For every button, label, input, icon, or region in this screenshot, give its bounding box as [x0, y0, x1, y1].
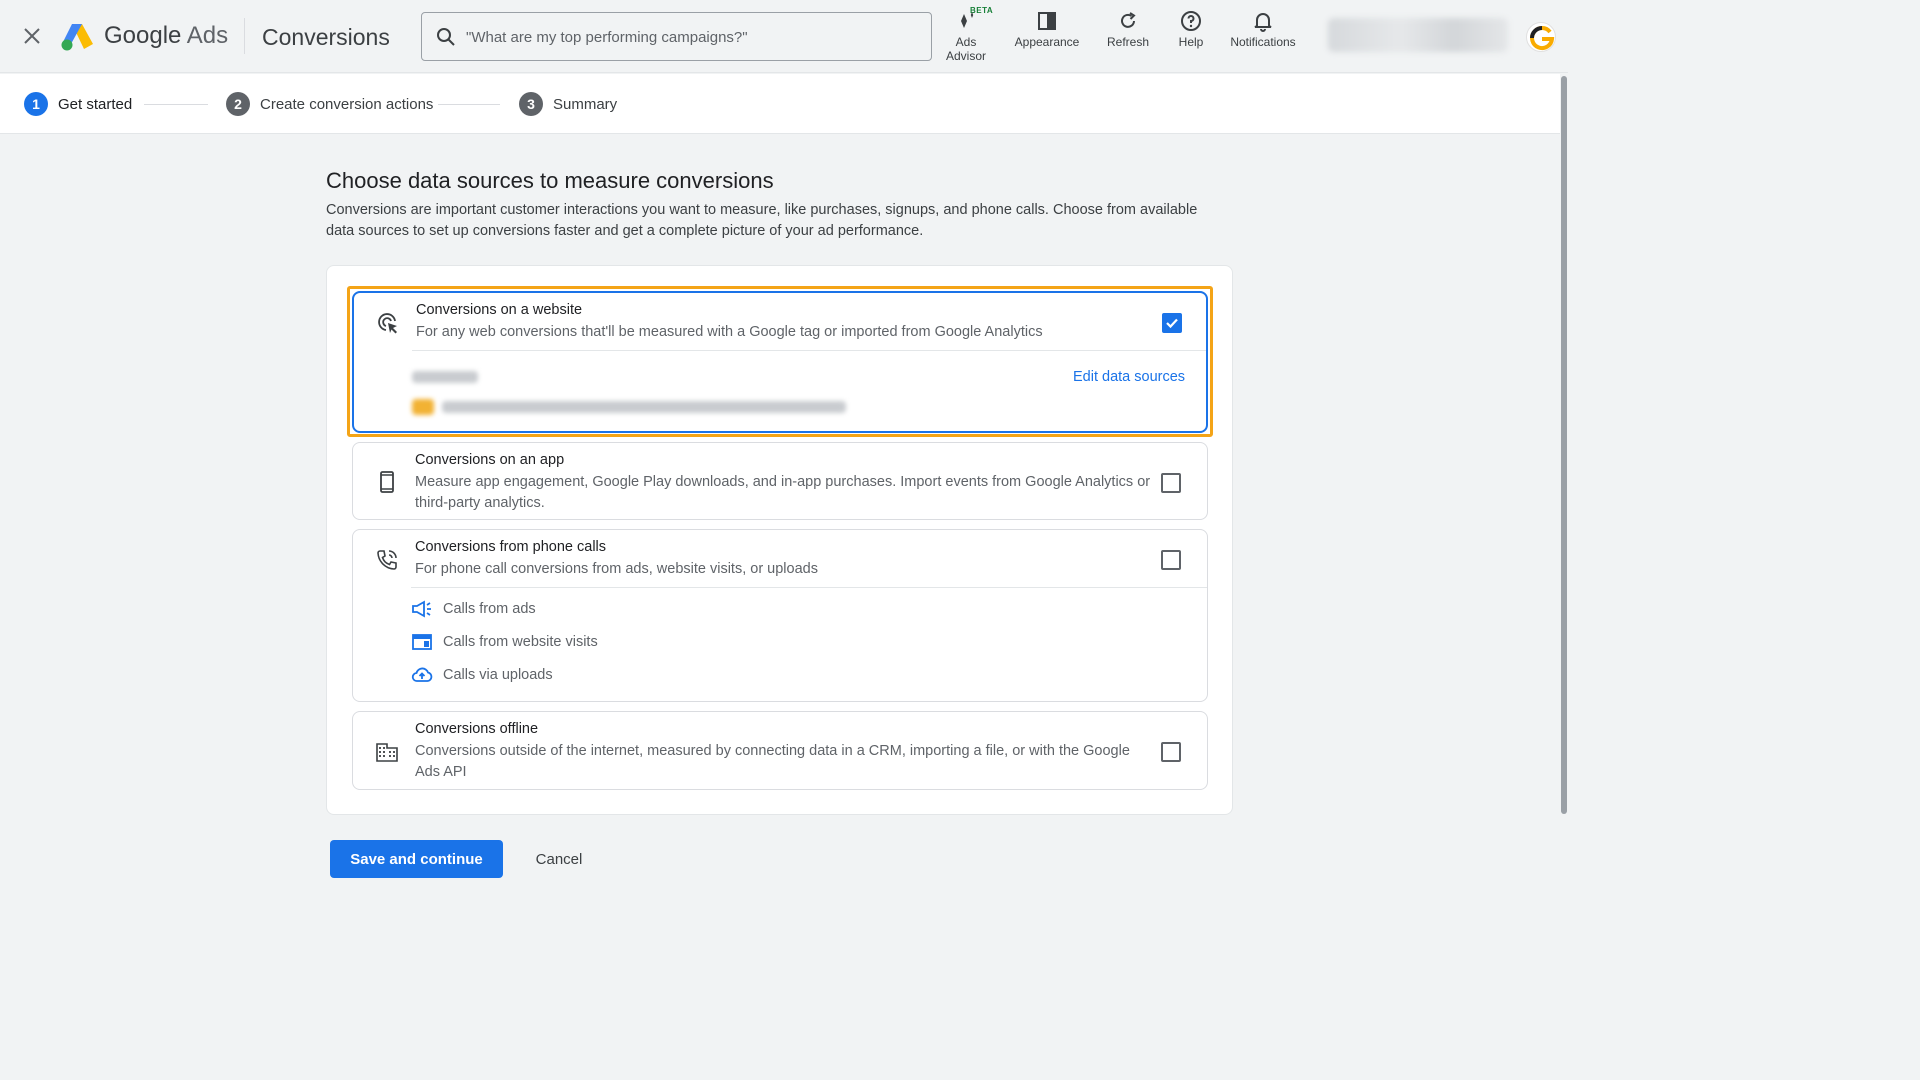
- page-title: Conversions: [262, 24, 390, 50]
- card-divider: [411, 587, 1207, 588]
- step-connector: [438, 104, 500, 105]
- save-and-continue-button[interactable]: Save and continue: [330, 840, 503, 878]
- search-bar[interactable]: [421, 12, 932, 61]
- step-connector: [144, 104, 208, 105]
- refresh-icon: [1121, 12, 1136, 28]
- step-number: 2: [226, 92, 250, 116]
- appearance-label: Appearance: [1014, 35, 1080, 49]
- building-icon: [375, 740, 399, 764]
- app-checkbox[interactable]: [1161, 473, 1181, 493]
- search-input[interactable]: [466, 26, 906, 48]
- help-label: Help: [1178, 35, 1204, 49]
- option-title: Conversions on an app: [415, 452, 565, 468]
- redacted-account-name: [412, 371, 478, 383]
- scrollbar-thumb[interactable]: [1561, 76, 1567, 814]
- option-phone-calls-card[interactable]: Conversions from phone calls For phone c…: [352, 529, 1208, 702]
- megaphone-icon: [412, 600, 431, 618]
- brand-ads: Ads: [186, 22, 229, 49]
- appearance-button[interactable]: Appearance: [1010, 10, 1084, 49]
- ads-advisor-button[interactable]: Ads Advisor: [940, 10, 992, 63]
- smartphone-icon: [375, 470, 399, 494]
- offline-checkbox[interactable]: [1161, 742, 1181, 762]
- web-page-icon: [412, 634, 432, 650]
- website-checkbox[interactable]: [1162, 313, 1182, 333]
- sub-item-label: Calls via uploads: [443, 667, 553, 683]
- top-bar: Google Ads Conversions BETA Ads Advisor …: [0, 0, 1568, 73]
- option-title: Conversions on a website: [416, 302, 583, 318]
- scrollbar[interactable]: [1560, 74, 1568, 882]
- option-offline-card[interactable]: Conversions offline Conversions outside …: [352, 711, 1208, 790]
- sub-item-label: Calls from website visits: [443, 634, 598, 650]
- ads-advisor-icon: [961, 12, 974, 28]
- brand-name: Google Ads: [104, 22, 228, 50]
- option-website-card[interactable]: Conversions on a website For any web con…: [352, 291, 1208, 433]
- cloud-upload-icon: [411, 667, 433, 682]
- option-description: Conversions outside of the internet, mea…: [415, 743, 1130, 780]
- cursor-click-icon: [376, 311, 400, 335]
- help-button[interactable]: Help: [1172, 10, 1210, 49]
- page-heading: Choose data sources to measure conversio…: [326, 168, 774, 193]
- option-description: Measure app engagement, Google Play down…: [415, 474, 1151, 511]
- header-divider: [244, 18, 245, 54]
- appearance-icon: [1038, 12, 1056, 30]
- step-summary: 3 Summary: [519, 92, 617, 116]
- cancel-button[interactable]: Cancel: [520, 840, 598, 878]
- sub-item-calls-from-website-visits: Calls from website visits: [411, 631, 598, 653]
- step-number: 3: [519, 92, 543, 116]
- sub-item-calls-from-ads: Calls from ads: [411, 598, 536, 620]
- sub-item-calls-via-uploads: Calls via uploads: [411, 664, 553, 686]
- help-icon: [1181, 11, 1201, 31]
- step-label: Get started: [58, 95, 133, 113]
- step-create-conversion-actions: 2 Create conversion actions: [226, 92, 433, 116]
- option-description: For phone call conversions from ads, web…: [415, 561, 818, 577]
- brand-google: Google: [104, 22, 182, 49]
- close-icon[interactable]: [20, 24, 44, 48]
- phone-call-icon: [375, 548, 399, 572]
- bell-icon: [1254, 13, 1272, 32]
- account-info-redacted[interactable]: [1328, 18, 1508, 52]
- step-get-started: 1 Get started: [24, 92, 132, 116]
- step-number: 1: [24, 92, 48, 116]
- phone-calls-checkbox[interactable]: [1161, 550, 1181, 570]
- intro-text: Conversions are important customer inter…: [326, 202, 1198, 239]
- redacted-property-info: [442, 401, 846, 413]
- ads-advisor-label-2: Advisor: [945, 49, 986, 63]
- option-description: For any web conversions that'll be measu…: [416, 324, 1043, 340]
- card-divider: [412, 350, 1206, 351]
- option-title: Conversions from phone calls: [415, 539, 607, 555]
- option-app-card[interactable]: Conversions on an app Measure app engage…: [352, 442, 1208, 520]
- edit-data-sources-link[interactable]: Edit data sources: [1073, 369, 1185, 385]
- option-title: Conversions offline: [415, 721, 539, 737]
- notifications-button[interactable]: Notifications: [1224, 10, 1302, 49]
- step-label: Summary: [553, 95, 618, 113]
- stepper: 1 Get started 2 Create conversion action…: [0, 74, 1560, 134]
- step-label: Create conversion actions: [260, 95, 434, 113]
- refresh-label: Refresh: [1106, 35, 1150, 49]
- redacted-analytics-icon: [412, 399, 434, 415]
- search-icon: [436, 27, 456, 47]
- notifications-label: Notifications: [1230, 35, 1296, 49]
- ads-advisor-label: Ads: [955, 35, 977, 49]
- google-ads-logo: [60, 22, 94, 52]
- avatar[interactable]: [1526, 22, 1556, 52]
- sub-item-label: Calls from ads: [443, 601, 536, 617]
- refresh-button[interactable]: Refresh: [1100, 10, 1156, 49]
